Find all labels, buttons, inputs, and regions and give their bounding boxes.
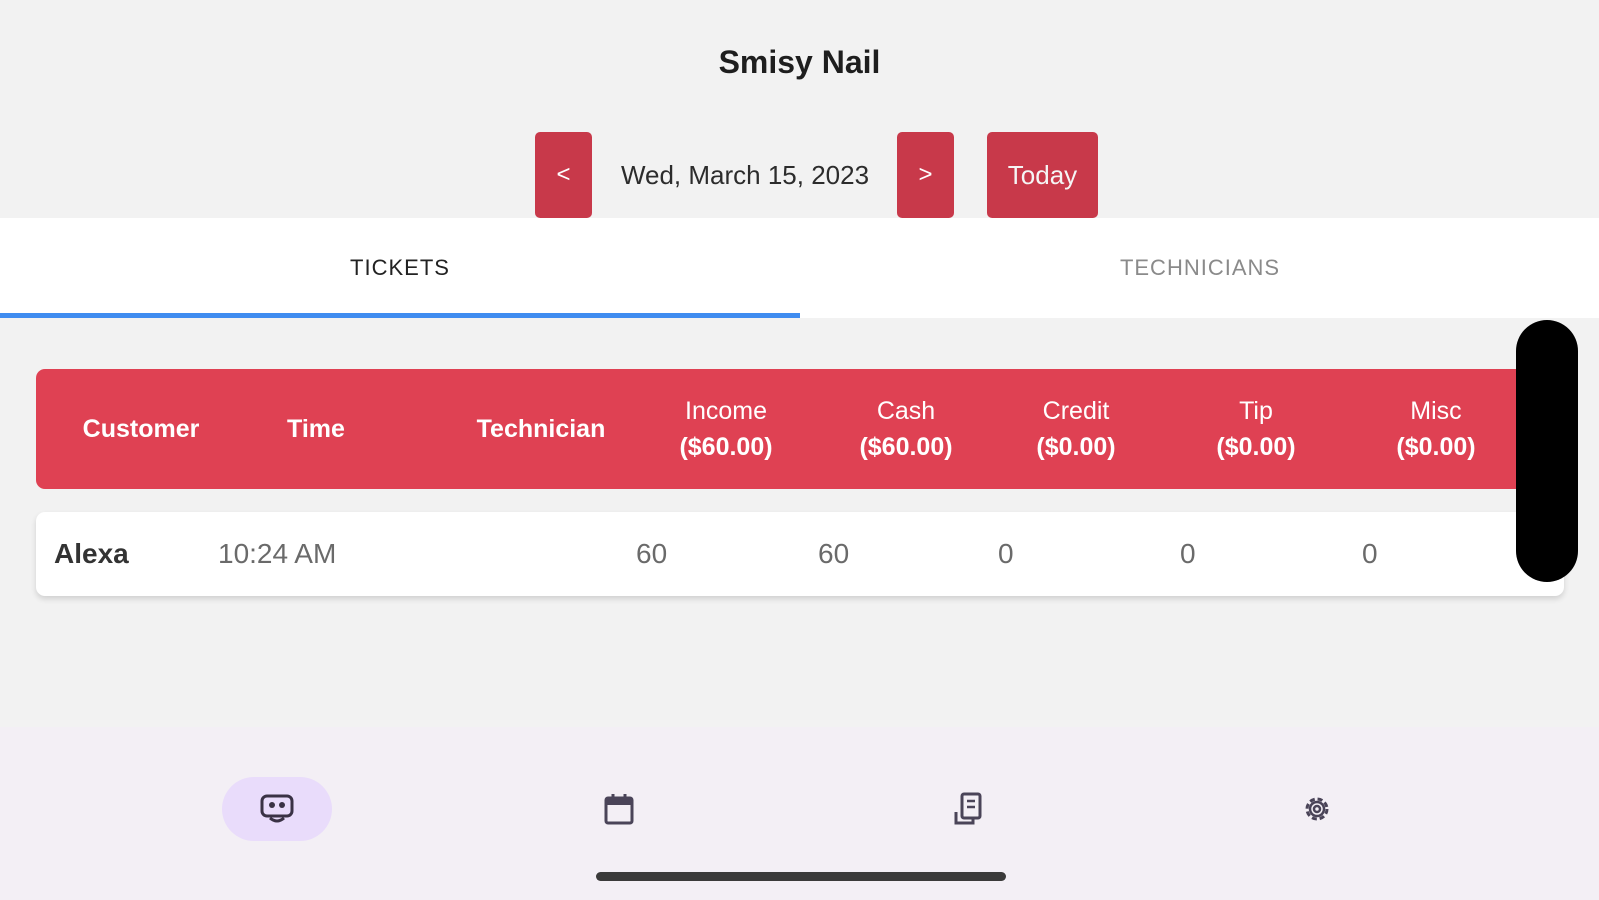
app-title: Smisy Nail <box>718 44 881 80</box>
next-day-button[interactable]: > <box>897 132 954 218</box>
nav-item-calendar[interactable] <box>564 777 674 841</box>
column-header-total: ($0.00) <box>1036 433 1116 461</box>
bottom-navigation <box>0 727 1599 900</box>
column-header-total: ($60.00) <box>679 433 773 461</box>
table-row[interactable]: Alexa 10:24 AM 60 60 0 0 0 <box>36 512 1564 596</box>
calendar-icon <box>604 794 634 825</box>
cell-tip: 0 <box>1180 538 1196 569</box>
cell-time: 10:24 AM <box>218 538 337 569</box>
cell-misc: 0 <box>1362 538 1378 569</box>
cell-credit: 0 <box>998 538 1014 569</box>
cell-customer: Alexa <box>54 538 129 569</box>
nav-item-tickets[interactable] <box>222 777 332 841</box>
column-header-total: ($60.00) <box>859 433 953 461</box>
column-header-technician[interactable]: Technician <box>456 369 626 489</box>
tab-tickets[interactable]: TICKETS <box>0 218 800 318</box>
column-header-label: Cash <box>876 397 936 425</box>
column-header-time[interactable]: Time <box>266 369 366 489</box>
column-header-label: Tip <box>1239 397 1273 425</box>
tab-technicians[interactable]: TECHNICIANS <box>800 218 1599 318</box>
report-icon <box>954 792 982 825</box>
column-header-label: Technician <box>476 415 606 443</box>
column-header-tip[interactable]: Tip ($0.00) <box>1186 369 1326 489</box>
column-header-income[interactable]: Income ($60.00) <box>646 369 806 489</box>
previous-day-button[interactable]: < <box>535 132 592 218</box>
gear-icon <box>1305 797 1329 821</box>
active-tab-indicator <box>0 313 800 318</box>
nav-item-settings[interactable] <box>1262 777 1372 841</box>
column-header-label: Customer <box>82 415 200 443</box>
column-header-credit[interactable]: Credit ($0.00) <box>1006 369 1146 489</box>
column-header-label: Time <box>287 415 345 443</box>
today-button[interactable]: Today <box>987 132 1098 218</box>
home-indicator <box>596 872 1006 881</box>
tickets-icon <box>260 794 294 823</box>
tickets-table-header: Customer Time Technician Income ($60.00)… <box>36 369 1536 489</box>
column-header-misc[interactable]: Misc ($0.00) <box>1366 369 1506 489</box>
column-header-total: ($0.00) <box>1216 433 1296 461</box>
column-header-label: Credit <box>1042 397 1110 425</box>
scrollbar-thumb[interactable] <box>1516 320 1578 582</box>
current-date: Wed, March 15, 2023 <box>620 159 870 190</box>
tab-bar: TICKETS TECHNICIANS <box>0 218 1599 318</box>
column-header-label: Income <box>685 397 767 425</box>
column-header-total: ($0.00) <box>1396 433 1476 461</box>
cell-cash: 60 <box>818 538 850 569</box>
column-header-customer[interactable]: Customer <box>56 369 226 489</box>
nav-item-reports[interactable] <box>913 777 1023 841</box>
column-header-label: Misc <box>1410 397 1462 425</box>
date-navigator: < Wed, March 15, 2023 > Today <box>0 132 1599 218</box>
column-header-cash[interactable]: Cash ($60.00) <box>826 369 986 489</box>
cell-income: 60 <box>636 538 668 569</box>
